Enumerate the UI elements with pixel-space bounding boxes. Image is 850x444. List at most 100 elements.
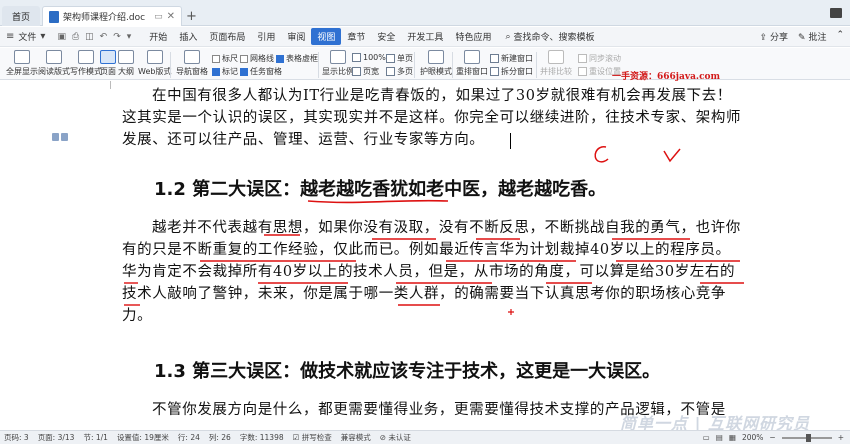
mark-label: 标记 [222,67,238,76]
menu-start[interactable]: 开始 [143,28,173,45]
zoom-100-button[interactable]: 100% [352,53,386,62]
chevron-down-icon[interactable]: ▾ [40,31,45,42]
zoom-slider[interactable] [781,433,832,442]
mark-checkbox[interactable] [212,67,220,76]
outline-view-button[interactable]: 大纲 [118,50,134,80]
paragraph-1-text: 在中国有很多人都认为IT行业是吃青春饭的，如果过了30岁就很难有机会再发展下去！… [122,88,742,148]
rearrange-window-button[interactable]: 重排窗口 [456,50,488,80]
page-width-button[interactable]: 页宽 [352,66,379,77]
close-tab-icon[interactable]: ✕ [167,11,175,22]
full-screen-button[interactable]: 全屏显示 [6,50,38,80]
side-by-side-icon [548,50,564,64]
menu-security[interactable]: 安全 [371,28,401,45]
mark-toggle[interactable]: 标记 [212,66,238,77]
menu-page-layout[interactable]: 页面布局 [203,28,251,45]
pin-icon[interactable]: ▭ [154,12,163,22]
share-button[interactable]: ⇪ 分享 [760,30,788,43]
cert-status[interactable]: ⊘ 未认证 [380,432,411,443]
pen-icon [78,50,94,64]
menu-view[interactable]: 视图 [311,28,342,45]
ruler-checkbox[interactable] [212,54,220,63]
save-icon[interactable]: ▣ [57,32,66,42]
tab-document[interactable]: 架构师课程介绍.doc ▭ ✕ [42,6,182,26]
zoom-out-icon[interactable]: − [769,433,775,442]
writing-mode-button[interactable]: 写作模式 [70,50,102,80]
page-view-button[interactable]: 页面 [100,50,116,80]
zoom-icon [330,50,346,64]
view-mode-icon[interactable]: ▦ [729,433,736,442]
spellcheck-toggle[interactable]: ☑ 拼写检查 [293,432,332,443]
view-mode-icon[interactable]: ▭ [703,433,710,442]
reading-mode-button[interactable]: 阅读版式 [38,50,70,80]
task-pane-toggle[interactable]: 任务窗格 [240,66,282,77]
preview-icon[interactable]: ◫ [85,32,94,42]
status-words[interactable]: 字数: 11398 [240,432,284,443]
paragraph-2: 越老并不代表越有思想，如果你没有汲取，没有不断反思，不断挑战自我的勇气，也许你有… [122,217,742,327]
nav-pane-icon [184,50,200,64]
view-ribbon: 全屏显示 阅读版式 写作模式 页面 大纲 Web版式 导航窗格 标尺 网格线 表… [0,48,850,80]
menu-insert[interactable]: 插入 [173,28,203,45]
redo-icon[interactable]: ↷ [113,32,121,42]
comment-button[interactable]: ✎ 批注 [798,30,826,43]
gridlines-toggle[interactable]: 网格线 [240,53,274,64]
undo-icon[interactable]: ↶ [100,32,108,42]
comment-label: 批注 [808,33,827,43]
zoom-in-icon[interactable]: + [838,433,844,442]
sync-scroll-icon [578,54,587,63]
eye-mode-button[interactable]: 护眼模式 [420,50,452,80]
multi-page-button[interactable]: 多页 [386,66,413,77]
status-pages[interactable]: 页面: 3/13 [38,432,75,443]
split-window-button[interactable]: 拆分窗口 [490,66,533,77]
print-icon[interactable]: ⎙ [72,32,79,42]
status-section: 节: 1/1 [83,433,108,442]
divider [452,52,453,78]
new-tab-button[interactable]: + [186,9,197,24]
nav-pane-button[interactable]: 导航窗格 [176,50,208,80]
menu-review[interactable]: 审阅 [281,28,311,45]
web-icon [146,50,163,64]
document-page[interactable]: 在中国有很多人都认为IT行业是吃青春饭的，如果过了30岁就很难有机会再发展下去！… [0,81,850,430]
menu-dev-tools[interactable]: 开发工具 [401,28,449,45]
multi-page-label: 多页 [397,67,413,76]
paragraph-marker-icons [52,133,68,141]
menu-file[interactable]: 文件 [18,30,36,43]
side-by-side-button[interactable]: 并排比较 [540,50,572,80]
zoom-slider-knob[interactable] [805,433,811,442]
hamburger-icon[interactable]: ≡ [6,31,14,42]
zoom-level[interactable]: 200% [742,433,763,442]
single-page-button[interactable]: 单页 [386,53,413,64]
task-pane-checkbox[interactable] [240,67,248,76]
heading-1-3: 1.3 第三大误区：做技术就应该专注于技术，这更是一大误区。 [154,361,661,382]
tab-home[interactable]: 首页 [2,6,40,26]
table-gridlines-toggle[interactable]: 表格虚框 [276,53,318,64]
full-screen-label: 全屏显示 [6,67,38,76]
gridlines-checkbox[interactable] [240,54,248,63]
view-mode-icon[interactable]: ▤ [716,433,723,442]
menu-features[interactable]: 特色应用 [449,28,497,45]
outline-view-label: 大纲 [118,67,134,76]
menu-chapter[interactable]: 章节 [341,28,371,45]
paragraph-2-text: 越老并不代表越有思想，如果你没有汲取，没有不断反思，不断挑战自我的勇气，也许你有… [122,220,741,324]
ruler-label: 标尺 [222,54,238,63]
window-counter-icon[interactable] [830,8,842,18]
ruler-toggle[interactable]: 标尺 [212,53,238,64]
display-ratio-button[interactable]: 显示比例 [322,50,354,80]
eye-icon [428,50,444,64]
book-icon [46,50,62,64]
side-by-side-label: 并排比较 [540,67,572,76]
collapse-ribbon-icon[interactable]: ⌃ [836,30,844,43]
web-view-label: Web版式 [138,67,172,76]
sync-scroll-button[interactable]: 同步滚动 [578,53,621,64]
nav-pane-label: 导航窗格 [176,67,208,76]
zoom-100-label: 100% [363,53,386,62]
table-gridlines-checkbox[interactable] [276,54,284,63]
new-window-icon [490,54,499,63]
single-page-icon [386,54,395,63]
menu-reference[interactable]: 引用 [251,28,281,45]
web-view-button[interactable]: Web版式 [138,50,171,80]
sync-scroll-label: 同步滚动 [589,54,621,63]
reading-mode-label: 阅读版式 [38,67,70,76]
new-window-button[interactable]: 新建窗口 [490,53,533,64]
command-search[interactable]: ⌕ 查找命令、搜索模板 [505,30,594,44]
more-icon[interactable]: ▾ [127,32,132,42]
